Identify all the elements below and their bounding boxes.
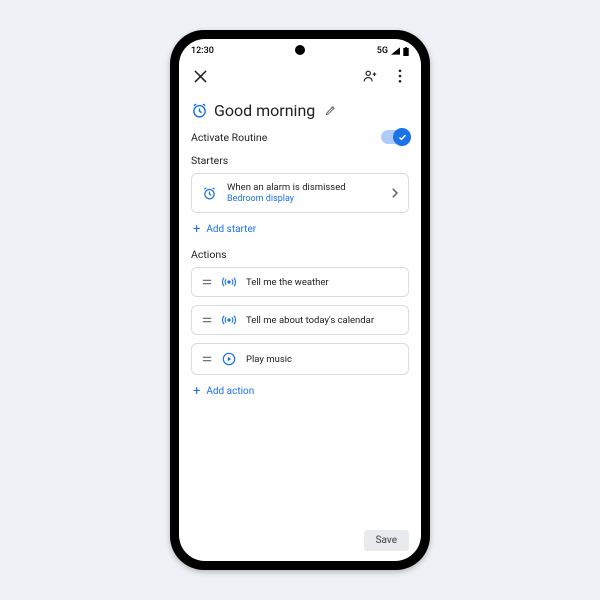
battery-icon	[403, 47, 409, 56]
routine-title-row: Good morning	[191, 101, 409, 120]
add-action-label: Add action	[206, 386, 254, 397]
app-bar	[179, 61, 421, 89]
activate-row: Activate Routine	[191, 130, 409, 144]
close-icon	[194, 70, 207, 83]
action-card[interactable]: Tell me the weather	[191, 267, 409, 297]
front-camera	[295, 45, 305, 55]
routine-title: Good morning	[214, 101, 315, 120]
activate-label: Activate Routine	[191, 131, 267, 144]
people-add-icon	[362, 69, 378, 83]
add-starter-button[interactable]: + Add starter	[191, 221, 409, 240]
add-action-button[interactable]: + Add action	[191, 383, 409, 402]
starter-line1: When an alarm is dismissed	[227, 182, 381, 193]
share-people-button[interactable]	[361, 67, 379, 85]
chevron-right-icon	[391, 188, 398, 198]
action-label: Tell me about today's calendar	[246, 315, 374, 326]
drag-handle-icon[interactable]	[202, 355, 212, 363]
action-card[interactable]: Play music	[191, 343, 409, 375]
actions-heading: Actions	[191, 248, 409, 261]
close-button[interactable]	[191, 67, 209, 85]
edit-title-button[interactable]	[321, 102, 339, 120]
pencil-icon	[325, 105, 336, 116]
plus-icon: +	[193, 223, 200, 236]
more-vert-icon	[398, 69, 402, 83]
action-card[interactable]: Tell me about today's calendar	[191, 305, 409, 335]
activate-toggle[interactable]	[381, 130, 409, 144]
drag-handle-icon[interactable]	[202, 278, 212, 286]
action-label: Play music	[246, 354, 292, 365]
plus-icon: +	[193, 385, 200, 398]
broadcast-icon	[222, 314, 236, 326]
footer: Save	[179, 524, 421, 561]
status-network: 5G	[377, 46, 388, 56]
starter-line2: Bedroom display	[227, 194, 381, 204]
content: Good morning Activate Routine Starters	[179, 89, 421, 524]
status-time: 12:30	[191, 46, 214, 56]
drag-handle-icon[interactable]	[202, 316, 212, 324]
alarm-icon	[202, 186, 217, 201]
overflow-menu-button[interactable]	[391, 67, 409, 85]
broadcast-icon	[222, 276, 236, 288]
play-icon	[222, 352, 236, 366]
action-label: Tell me the weather	[246, 277, 329, 288]
save-button[interactable]: Save	[364, 530, 409, 551]
toggle-knob	[393, 128, 411, 146]
phone-frame: 12:30 5G	[170, 30, 430, 570]
signal-icon	[391, 47, 400, 55]
starter-card[interactable]: When an alarm is dismissed Bedroom displ…	[191, 173, 409, 213]
check-icon	[398, 133, 407, 142]
starters-heading: Starters	[191, 154, 409, 167]
screen: 12:30 5G	[179, 39, 421, 561]
add-starter-label: Add starter	[206, 224, 256, 235]
alarm-icon	[191, 102, 208, 119]
